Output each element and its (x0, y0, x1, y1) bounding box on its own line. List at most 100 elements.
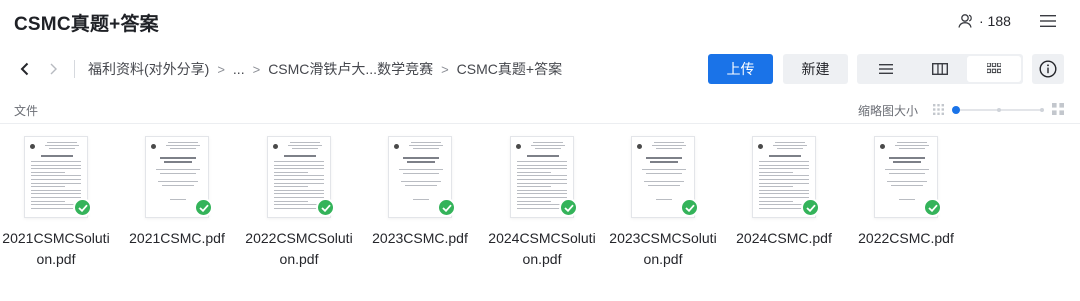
thumbnail-text-line (654, 142, 684, 143)
thumbnail-text-line (399, 169, 443, 170)
thumbnail-logo-mark (151, 144, 156, 149)
thumbnail-heading-line (769, 155, 801, 157)
thumbnail-text-line (31, 182, 81, 184)
thumbnail-heading-line (164, 161, 192, 163)
thumbnail-text-line (531, 145, 565, 146)
breadcrumb-ellipsis[interactable]: ... (233, 61, 245, 77)
thumbnail-text-line (31, 200, 65, 202)
info-button[interactable] (1032, 54, 1064, 84)
check-icon (559, 198, 578, 217)
members-count: · 188 (979, 13, 1011, 29)
thumbnail-text-line (642, 169, 686, 170)
file-item[interactable]: 2023CSMC.pdf (364, 128, 482, 296)
thumbnail-text-line (168, 142, 198, 143)
breadcrumb-separator-icon: > (217, 61, 225, 77)
small-grid-icon (933, 104, 944, 115)
thumbnail-logo-mark (394, 144, 399, 149)
thumbnail-text-line (517, 197, 567, 198)
thumbnail-text-line (533, 142, 563, 143)
thumbnail-text-line (274, 186, 308, 188)
thumbnail-text-line (274, 161, 324, 162)
file-name: 2024CSMCSolution.pdf (488, 230, 596, 267)
thumbnail-size-slider[interactable] (952, 103, 1044, 117)
list-view-button[interactable] (859, 56, 913, 82)
file-item[interactable]: 2021CSMC.pdf (121, 128, 239, 296)
file-grid: 2021CSMCSolution.pdf 2021CSMC.pdf 2022CS… (0, 128, 1080, 298)
thumbnail-view-button[interactable] (967, 56, 1021, 82)
thumbnail-text-line (897, 142, 927, 143)
thumbnail-text-line (156, 169, 200, 170)
file-item[interactable]: 2022CSMC.pdf (850, 128, 968, 296)
check-icon (73, 198, 92, 217)
thumbnail-text-line (162, 185, 194, 186)
file-name: 2021CSMCSolution.pdf (2, 230, 110, 267)
thumbnail-text-line (160, 173, 196, 174)
thumbnail-text-line (31, 197, 81, 198)
breadcrumb-separator-icon: > (252, 61, 261, 77)
file-item[interactable]: 2022CSMCSolution.pdf (243, 128, 361, 296)
thumbnail-text-line (759, 164, 809, 166)
thumbnail-text-line (517, 175, 567, 177)
thumbnail-text-line (759, 189, 809, 191)
thumbnail-heading-line (41, 155, 73, 157)
hamburger-menu-icon[interactable] (1037, 11, 1059, 31)
check-icon (801, 198, 820, 217)
file-name: 2022CSMCSolution.pdf (245, 230, 353, 267)
file-item[interactable]: 2024CSMCSolution.pdf (486, 128, 604, 296)
column-view-icon (932, 63, 948, 75)
slider-step-dot (1040, 108, 1044, 112)
thumbnail-text-line (274, 164, 324, 166)
file-name: 2023CSMC.pdf (372, 230, 468, 246)
slider-handle[interactable] (952, 106, 960, 114)
thumbnail-logo-mark (516, 144, 521, 149)
file-item[interactable]: 2024CSMC.pdf (728, 128, 846, 296)
column-view-button[interactable] (913, 56, 967, 82)
thumbnail-heading-line (403, 157, 439, 159)
nav-divider (74, 60, 75, 78)
file-name: 2022CSMC.pdf (858, 230, 954, 246)
breadcrumb-item[interactable]: CSMC滑铁卢大...数学竞赛 (268, 59, 433, 79)
breadcrumb-item[interactable]: 福利资料(对外分享) (88, 59, 209, 79)
thumbnail-text-line (644, 181, 684, 182)
thumbnail-text-line (885, 169, 929, 170)
upload-button[interactable]: 上传 (708, 54, 773, 84)
thumbnail-text-line (887, 181, 927, 182)
file-item[interactable]: 2023CSMCSolution.pdf (607, 128, 725, 296)
thumbnail-text-line (899, 199, 915, 200)
new-button[interactable]: 新建 (783, 54, 848, 84)
breadcrumb-separator-icon: > (441, 61, 449, 77)
thumbnail-text-line (31, 161, 81, 162)
file-name: 2023CSMCSolution.pdf (609, 230, 717, 267)
thumbnail-logo-mark (637, 144, 642, 149)
thumbnail-text-line (31, 179, 81, 180)
column-label-files: 文件 (14, 104, 39, 118)
thumbnail-text-line (759, 171, 793, 173)
members-button[interactable]: · 188 (957, 11, 1011, 31)
thumbnail-text-line (411, 142, 441, 143)
thumbnail-text-line (759, 200, 793, 202)
thumbnail-text-line (899, 148, 925, 149)
list-view-icon (879, 64, 893, 74)
thumbnail-text-line (170, 148, 196, 149)
file-item[interactable]: 2021CSMCSolution.pdf (0, 128, 118, 296)
thumbnail-text-line (517, 200, 551, 202)
thumbnail-logo-mark (880, 144, 885, 149)
thumbnail-text-line (648, 185, 680, 186)
thumbnail-heading-line (646, 157, 682, 159)
thumbnail-text-line (413, 199, 429, 200)
thumbnail-text-line (889, 173, 925, 174)
toolbar: 福利资料(对外分享) > ... > CSMC滑铁卢大...数学竞赛 > CSM… (0, 50, 1080, 88)
thumbnail-text-line (31, 164, 81, 166)
thumbnail-text-line (31, 168, 81, 170)
thumbnail-text-line (777, 148, 803, 149)
chevron-right-icon[interactable] (44, 59, 62, 79)
check-icon (437, 198, 456, 217)
file-name: 2024CSMC.pdf (736, 230, 832, 246)
thumbnail-text-line (274, 179, 324, 180)
page-title: CSMC真题+答案 (14, 14, 159, 35)
thumbnail-text-line (891, 185, 923, 186)
view-mode-switcher (857, 54, 1023, 84)
thumbnail-heading-line (650, 161, 678, 163)
chevron-left-icon[interactable] (16, 59, 34, 79)
thumbnail-text-line (49, 148, 75, 149)
